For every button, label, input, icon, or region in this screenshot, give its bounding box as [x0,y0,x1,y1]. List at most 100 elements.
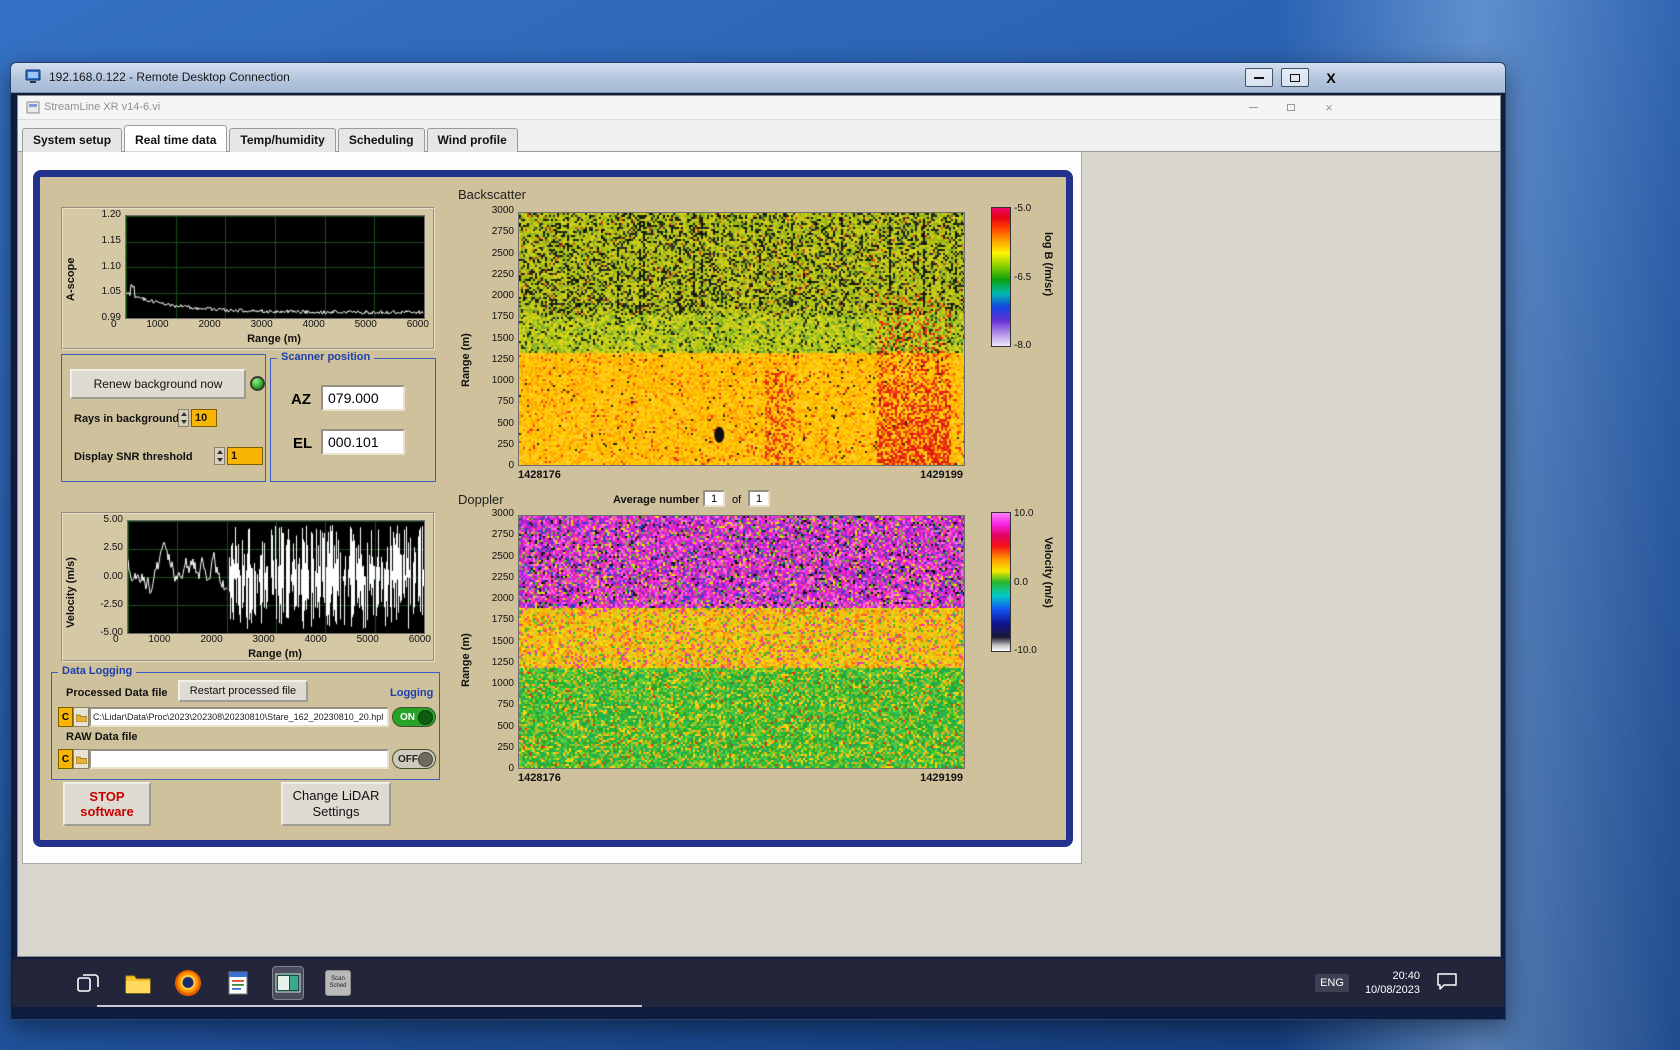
tick-label: 1000 [148,634,170,645]
data-logging-title: Data Logging [58,665,136,677]
doppler-x-labels: 1428176 1429199 [518,772,963,784]
snr-value-field[interactable]: 1 [227,447,263,465]
tick-label: 5.00 [104,514,123,525]
snr-spinner[interactable] [214,447,225,465]
change-lidar-settings-button[interactable]: Change LiDAR Settings [281,782,391,826]
chat-icon[interactable] [1436,971,1458,996]
tick-label: 0.0 [1014,577,1037,588]
task-view-icon[interactable] [72,966,104,1000]
processed-logging-toggle[interactable]: ON [392,707,436,727]
text-editor-icon[interactable] [222,966,254,1000]
rays-spinner[interactable] [178,409,189,427]
tab-system-setup[interactable]: System setup [22,128,122,152]
raw-browse-folder-icon[interactable] [73,749,89,769]
tick-label: -8.0 [1014,340,1031,351]
real-time-data-page: A-scope 1.20 1.15 1.10 1.05 0.99 0 1000 2000 30… [22,152,1082,864]
rdp-maximize-button[interactable] [1281,68,1309,87]
raw-drive-button[interactable]: C [58,749,73,769]
tick-label: -10.0 [1014,645,1037,656]
restart-processed-file-button[interactable]: Restart processed file [178,680,308,702]
raw-data-file-label: RAW Data file [66,731,138,743]
language-indicator[interactable]: ENG [1315,974,1349,992]
processed-path-row: C C:\Lidar\Data\Proc\2023\202308\2023081… [58,707,389,727]
app-content: A-scope 1.20 1.15 1.10 1.05 0.99 0 1000 2000 30… [18,152,1500,956]
taskbar: Scan Sched ENG 20:40 10/08/2023 [12,959,1504,1007]
tick-label: 2000 [200,634,222,645]
tick-label: 1000 [146,319,168,330]
doppler-heatmap [518,515,965,769]
tick-label: 1500 [492,636,514,647]
backscatter-y-ticks: 3000 2750 2500 2250 2000 1750 1500 1250 1000 750 5… [478,205,514,471]
tick-label: 1250 [492,657,514,668]
renew-background-button[interactable]: Renew background now [70,369,246,399]
backscatter-x-end: 1429199 [920,469,963,481]
tick-label: 6000 [409,634,431,645]
raw-toggle-knob [418,752,433,767]
tick-label: 1250 [492,354,514,365]
tick-label: 2000 [198,319,220,330]
tick-label: 0 [111,319,117,330]
tab-real-time-data[interactable]: Real time data [124,125,227,152]
tick-label: 5000 [355,319,377,330]
of-label: of [732,494,741,506]
doppler-x-end: 1429199 [920,772,963,784]
tick-label: 4000 [303,319,325,330]
tick-label: 0 [508,763,514,774]
background-controls-group: Renew background now Rays in background … [61,354,266,482]
firefox-icon[interactable] [172,966,204,1000]
taskbar-time: 20:40 [1392,970,1420,982]
raw-logging-toggle[interactable]: OFF [392,749,436,769]
app-titlebar[interactable]: StreamLine XR v14-6.vi × [18,96,1500,120]
snr-threshold-label: Display SNR threshold [74,451,193,463]
vi-icon [26,101,40,119]
scan-scheduler-icon[interactable]: Scan Sched [322,966,354,1000]
el-value-field[interactable]: 000.101 [321,429,405,455]
raw-toggle-label: OFF [398,754,418,765]
app-restore-button[interactable] [1280,99,1302,116]
tick-label: 0 [113,634,119,645]
file-explorer-icon[interactable] [122,966,154,1000]
average-number-field[interactable]: 1 [703,490,725,507]
rays-value-field[interactable]: 10 [191,409,217,427]
tick-label: -6.5 [1014,272,1031,283]
tick-label: 500 [497,418,514,429]
rdp-titlebar[interactable]: 192.168.0.122 - Remote Desktop Connectio… [11,63,1505,93]
tab-temp-humidity[interactable]: Temp/humidity [229,128,335,152]
taskbar-clock[interactable]: 20:40 10/08/2023 [1365,969,1420,997]
streamline-taskbar-icon[interactable] [272,966,304,1000]
raw-path-row: C [58,749,389,769]
average-total-field[interactable]: 1 [748,490,770,507]
tab-wind-profile[interactable]: Wind profile [427,128,518,152]
velocity-plot [127,520,425,634]
stop-software-button[interactable]: STOP software [63,782,151,826]
tick-label: 3000 [492,508,514,519]
tick-label: 2500 [492,248,514,259]
tick-label: 1.10 [102,261,121,272]
tick-label: 2750 [492,226,514,237]
renew-led-indicator [250,376,265,391]
app-minimize-button[interactable] [1242,99,1264,116]
tab-scheduling[interactable]: Scheduling [338,128,425,152]
processed-path-field[interactable]: C:\Lidar\Data\Proc\2023\202308\20230810\… [89,707,389,727]
app-close-button[interactable]: × [1318,99,1340,116]
remote-desktop: StreamLine XR v14-6.vi × System setup Re… [12,93,1504,1019]
settings-line1: Change LiDAR [293,788,380,804]
velocity-y-ticks: 5.00 2.50 0.00 -2.50 -5.00 [75,514,123,638]
az-value-field[interactable]: 079.000 [321,385,405,411]
tick-label: 750 [497,396,514,407]
rdp-close-button[interactable]: X [1317,68,1345,87]
backscatter-colorbar [991,207,1011,347]
tick-label: 2000 [492,290,514,301]
processed-drive-button[interactable]: C [58,707,73,727]
tick-label: 2250 [492,269,514,280]
raw-path-field[interactable] [89,749,389,769]
tick-label: 1500 [492,333,514,344]
processed-browse-folder-icon[interactable] [73,707,89,727]
backscatter-x-labels: 1428176 1429199 [518,469,963,481]
processed-data-file-label: Processed Data file [66,687,168,699]
tick-label: 500 [497,721,514,732]
tab-strip: System setup Real time data Temp/humidit… [18,120,1500,152]
tick-label: 1.15 [102,235,121,246]
rdp-minimize-button[interactable] [1245,68,1273,87]
rdp-app-icon [25,69,42,89]
